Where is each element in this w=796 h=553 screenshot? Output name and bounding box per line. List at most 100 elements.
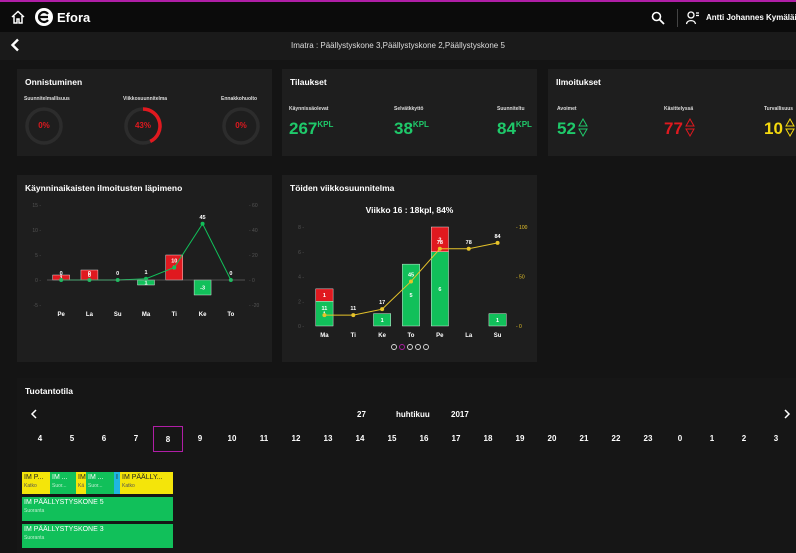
- sub-header: Imatra : Päällystyskone 3,Päällystyskone…: [0, 32, 796, 60]
- bar-label: -3: [200, 286, 205, 292]
- calendar-year: 2017: [451, 410, 469, 419]
- tilaukset-title: Tilaukset: [290, 77, 327, 87]
- production-status: Suoranta: [24, 535, 45, 541]
- chart-subtitle: Viikko 16 : 18kpl, 84%: [365, 205, 454, 215]
- gauge-value: 0%: [38, 121, 50, 130]
- point-label: 0: [116, 271, 119, 277]
- next-chevron-icon[interactable]: [783, 409, 791, 419]
- stat-label: Käsittelyssä: [664, 106, 694, 112]
- stat-kasittelyssa: 77: [664, 119, 683, 138]
- calendar-day-cell[interactable]: 3: [761, 426, 791, 452]
- prev-chevron-icon[interactable]: [30, 409, 38, 419]
- calendar-day-cell[interactable]: 6: [89, 426, 119, 452]
- production-title: IM PÄÄLLY...: [122, 474, 163, 481]
- calendar-day-cell[interactable]: 21: [569, 426, 599, 452]
- gauge-label: Suunnitelmallisuus: [24, 96, 70, 102]
- bar-label: 1: [381, 318, 384, 324]
- y-tick-label: 0 -: [298, 324, 304, 330]
- ilmoitukset-panel: Ilmoitukset Avoimet Käsittelyssä Turvall…: [548, 69, 796, 156]
- calendar-day: 27: [357, 410, 366, 419]
- calendar-day-cell[interactable]: 2: [729, 426, 759, 452]
- lapimeno-title: Käynninaikaisten ilmoitusten läpimeno: [25, 183, 183, 193]
- production-status: Katko: [24, 483, 37, 489]
- line-point: [200, 221, 205, 226]
- calendar-day-cell[interactable]: 8: [153, 426, 183, 452]
- calendar-day-cell[interactable]: 4: [25, 426, 55, 452]
- x-tick-label: To: [408, 333, 415, 339]
- gauge-ennakkohuolto: 0%: [221, 106, 261, 146]
- tilaukset-panel: Tilaukset Käynnissäolevat Selvätkkyttö S…: [282, 69, 537, 156]
- viikkosuunnitelma-chart: 0 - 2 - 4 - 6 - 8 - - 0 - 50 - 100 Ma Ti Ke To Pe La S…: [298, 225, 528, 350]
- y2-tick-label: - 50: [516, 275, 525, 281]
- calendar-day-cell[interactable]: 11: [249, 426, 279, 452]
- calendar-day-cell[interactable]: 13: [313, 426, 343, 452]
- x-tick-label: Su: [114, 312, 122, 318]
- production-block[interactable]: IM PÄÄLLYSTYSKONE 5 Suoranta: [22, 497, 173, 521]
- y2-tick-label: - 20: [249, 253, 258, 259]
- production-block[interactable]: IM ... Suor...: [50, 472, 76, 494]
- line-point: [409, 279, 413, 284]
- production-title: IM: [78, 474, 86, 481]
- gauge-viikkosuunnitelma: 43%: [123, 106, 163, 146]
- home-icon[interactable]: [11, 10, 25, 24]
- user-settings-icon[interactable]: [686, 11, 700, 25]
- production-block[interactable]: IM ... Suor...: [86, 472, 114, 494]
- calendar-day-cell[interactable]: 14: [345, 426, 375, 452]
- point-label: 17: [379, 300, 385, 306]
- point-label: 11: [350, 306, 356, 312]
- gauge-value: 43%: [134, 121, 151, 130]
- calendar-day-cell[interactable]: 12: [281, 426, 311, 452]
- calendar-day-cell[interactable]: 18: [473, 426, 503, 452]
- calendar-day-cell[interactable]: 19: [505, 426, 535, 452]
- calendar-day-cell[interactable]: 15: [377, 426, 407, 452]
- bar-label: 5: [409, 293, 412, 299]
- calendar-day-cell[interactable]: 23: [633, 426, 663, 452]
- x-tick-label: Ke: [199, 312, 207, 318]
- y2-tick-label: - 0: [516, 324, 522, 330]
- stat-label: Käynnissäolevat: [289, 106, 329, 112]
- production-status: Katko: [122, 483, 135, 489]
- point-label: 1: [144, 270, 147, 276]
- calendar-day-cell[interactable]: 0: [665, 426, 695, 452]
- brand-name: Efora: [57, 10, 91, 25]
- calendar-day-cell[interactable]: 17: [441, 426, 471, 452]
- production-block[interactable]: IM PÄÄLLYSTYSKONE 3 Suoranta: [22, 524, 173, 548]
- production-block[interactable]: IM P... Katko: [22, 472, 50, 494]
- gauge-value: 0%: [235, 121, 247, 130]
- efora-logo-icon: [35, 8, 53, 26]
- production-title: IM P...: [24, 474, 44, 481]
- x-tick-label: La: [86, 312, 94, 318]
- calendar-day-cell[interactable]: 16: [409, 426, 439, 452]
- y2-tick-label: - 60: [249, 203, 258, 209]
- calendar-day-cell[interactable]: 1: [697, 426, 727, 452]
- line-point: [172, 265, 177, 270]
- search-icon[interactable]: [651, 11, 665, 25]
- calendar-day-cell[interactable]: 7: [121, 426, 151, 452]
- point-label: 78: [466, 240, 472, 246]
- point-label: 45: [408, 272, 414, 278]
- y2-tick-label: - -20: [249, 303, 260, 309]
- pager-dot: [423, 344, 429, 350]
- lapimeno-chart: -5 - 0 - 5 - 10 - 15 - - -20 - 0 - 20 - 40 - 60 Pe…: [32, 203, 260, 318]
- calendar-day-cell[interactable]: 9: [185, 426, 215, 452]
- calendar-day-cell[interactable]: 20: [537, 426, 567, 452]
- calendar-day-cell[interactable]: 5: [57, 426, 87, 452]
- x-tick-label: Pe: [57, 312, 65, 318]
- x-tick-label: La: [465, 333, 473, 339]
- calendar-day-cell[interactable]: 10: [217, 426, 247, 452]
- production-block[interactable]: IM Kä: [76, 472, 86, 494]
- machine-title: Imatra : Päällystyskone 3,Päällystyskone…: [291, 41, 505, 50]
- point-label: 0: [88, 271, 91, 277]
- stat-label: Avoimet: [557, 106, 577, 112]
- calendar-day-cell[interactable]: 22: [601, 426, 631, 452]
- y-tick-label: 2 -: [298, 299, 304, 305]
- line-point: [437, 246, 442, 251]
- production-title: IM ...: [88, 474, 104, 481]
- production-block[interactable]: IM PÄÄLLY... Katko: [120, 472, 173, 494]
- tuotantotila-title: Tuotantotila: [25, 386, 73, 396]
- user-name[interactable]: Antti Johannes Kymäläinen: [706, 13, 796, 22]
- y-tick-label: 15 -: [32, 203, 41, 209]
- y-tick-label: 0 -: [35, 278, 41, 284]
- bar-label: 1: [323, 293, 326, 299]
- line-point: [495, 240, 500, 245]
